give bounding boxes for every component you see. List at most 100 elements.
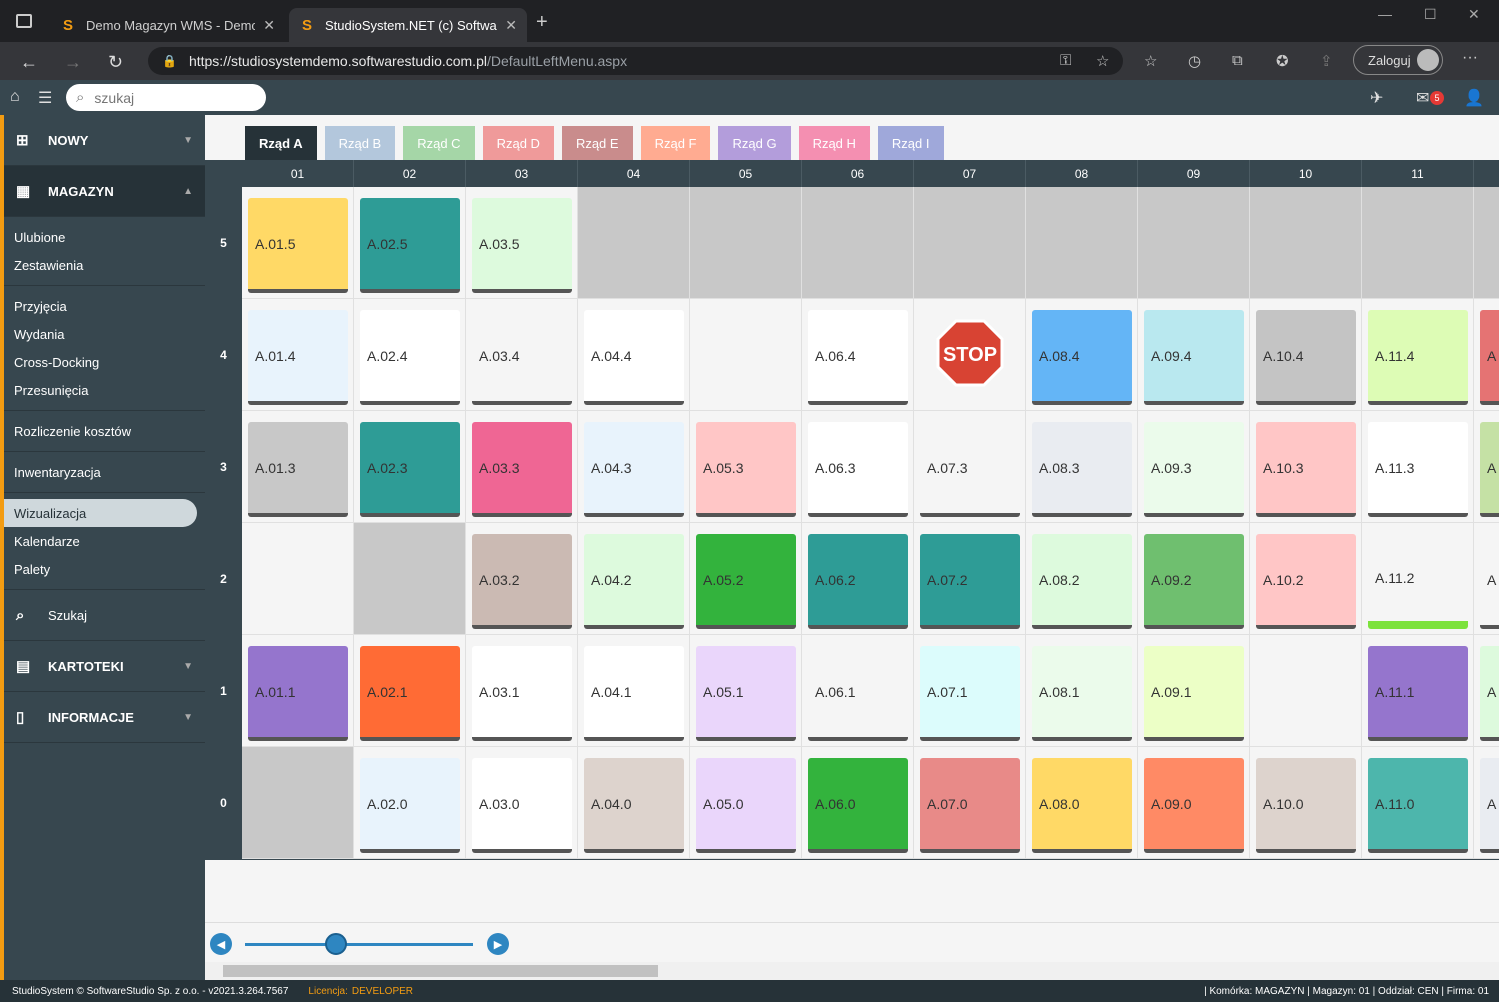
location-box[interactable]: A.03.5 [472, 198, 572, 293]
rack-slot[interactable]: A.04.1 [578, 635, 690, 747]
location-box[interactable]: A.03.0 [472, 758, 572, 853]
menu-section-informacje[interactable]: ▯ INFORMACJE ▼ [4, 692, 205, 743]
location-box[interactable]: A.04.1 [584, 646, 684, 741]
rack-slot[interactable]: A.09.1 [1138, 635, 1250, 747]
slider-track[interactable] [245, 943, 473, 946]
location-box[interactable]: A.09.0 [1144, 758, 1244, 853]
maximize-icon[interactable]: ☐ [1424, 6, 1437, 23]
location-box[interactable]: A.09.2 [1144, 534, 1244, 629]
rack-slot[interactable] [1250, 635, 1362, 747]
rack-slot[interactable]: A.08.1 [1026, 635, 1138, 747]
location-box[interactable]: A.10.3 [1256, 422, 1356, 517]
rack-slot[interactable]: A.04.4 [578, 299, 690, 411]
rack-slot[interactable]: A.06.1 [802, 635, 914, 747]
rack-slot[interactable]: A.02.3 [354, 411, 466, 523]
rack-slot[interactable]: A.10.2 [1250, 523, 1362, 635]
row-tab[interactable]: Rząd B [324, 126, 396, 160]
rack-slot[interactable]: A.10.4 [1250, 299, 1362, 411]
browser-tab-studiosystem[interactable]: S StudioSystem.NET (c) SoftwareSt ✕ [289, 8, 527, 42]
row-tab[interactable]: Rząd G [718, 126, 791, 160]
menu-section-nowy[interactable]: ⊞ NOWY ▼ [4, 115, 205, 166]
location-box[interactable]: A [1480, 534, 1499, 629]
sidebar-item-przyjecia[interactable]: Przyjęcia [4, 292, 205, 320]
location-box[interactable]: A.02.1 [360, 646, 460, 741]
location-box[interactable]: A.06.0 [808, 758, 908, 853]
location-box[interactable]: A.04.3 [584, 422, 684, 517]
menu-section-kartoteki[interactable]: ▤ KARTOTEKI ▼ [4, 641, 205, 692]
rack-slot[interactable] [242, 523, 354, 635]
tab-actions-icon[interactable] [16, 14, 32, 28]
menu-toggle-icon[interactable]: ☰ [38, 88, 52, 108]
location-box[interactable]: A.06.3 [808, 422, 908, 517]
rack-slot[interactable]: A.11.4 [1362, 299, 1474, 411]
rack-slot[interactable]: A.01.5 [242, 187, 354, 299]
slider-next-icon[interactable]: ▶ [487, 933, 509, 955]
rack-slot[interactable]: A.05.0 [690, 747, 802, 859]
row-tab[interactable]: Rząd H [798, 126, 870, 160]
rack-slot[interactable] [242, 747, 354, 859]
sidebar-item-zestawienia[interactable]: Zestawienia [4, 251, 205, 279]
rack-slot[interactable]: A.02.0 [354, 747, 466, 859]
close-window-icon[interactable]: ✕ [1468, 6, 1480, 23]
sidebar-item-wydania[interactable]: Wydania [4, 320, 205, 348]
location-box[interactable]: A.08.0 [1032, 758, 1132, 853]
location-box[interactable]: A.11.1 [1368, 646, 1468, 741]
location-box[interactable]: A.03.1 [472, 646, 572, 741]
location-box[interactable]: A.05.1 [696, 646, 796, 741]
rack-slot[interactable]: A.11.2 [1362, 523, 1474, 635]
rack-slot[interactable]: A.10.0 [1250, 747, 1362, 859]
rack-slot[interactable] [1250, 187, 1362, 299]
rack-slot[interactable]: A.05.3 [690, 411, 802, 523]
location-box[interactable]: A [1480, 646, 1499, 741]
rack-slot[interactable]: A.04.3 [578, 411, 690, 523]
rack-slot[interactable]: A.09.2 [1138, 523, 1250, 635]
rack-slot[interactable]: A.04.2 [578, 523, 690, 635]
rack-slot[interactable]: A.11.1 [1362, 635, 1474, 747]
close-tab-icon[interactable]: ✕ [263, 17, 275, 34]
location-box[interactable]: A.03.2 [472, 534, 572, 629]
location-box[interactable]: A.09.1 [1144, 646, 1244, 741]
rack-slot[interactable]: A.06.0 [802, 747, 914, 859]
location-box[interactable]: A.11.2 [1368, 534, 1468, 629]
location-box[interactable]: A.04.4 [584, 310, 684, 405]
rack-slot[interactable]: A [1474, 523, 1499, 635]
rack-slot[interactable]: A.01.1 [242, 635, 354, 747]
row-tab[interactable]: Rząd C [403, 126, 475, 160]
key-icon[interactable]: ⚿ [1060, 52, 1071, 69]
rack-slot[interactable]: A.03.5 [466, 187, 578, 299]
minimize-icon[interactable]: — [1378, 6, 1392, 22]
rack-slot[interactable]: A.03.2 [466, 523, 578, 635]
rack-slot[interactable]: A [1474, 299, 1499, 411]
scrollbar-thumb[interactable] [223, 965, 658, 977]
sidebar-item-rozliczenie-kosztow[interactable]: Rozliczenie kosztów [4, 417, 205, 445]
row-tab[interactable]: Rząd E [561, 126, 633, 160]
location-box[interactable]: A.08.1 [1032, 646, 1132, 741]
more-options-icon[interactable]: ··· [1462, 49, 1478, 67]
rack-slot[interactable] [1138, 187, 1250, 299]
rack-slot[interactable]: A.05.1 [690, 635, 802, 747]
user-icon[interactable]: 👤 [1464, 88, 1484, 108]
rack-slot[interactable]: A [1474, 411, 1499, 523]
rack-slot[interactable]: A.11.3 [1362, 411, 1474, 523]
location-box[interactable]: A.10.2 [1256, 534, 1356, 629]
favorites-icon[interactable]: ☆ [1144, 52, 1157, 70]
location-box[interactable]: A.07.1 [920, 646, 1020, 741]
rack-slot[interactable]: A.09.0 [1138, 747, 1250, 859]
location-box[interactable]: A [1480, 422, 1499, 517]
menu-section-magazyn[interactable]: ▦ MAGAZYN ▲ [4, 166, 205, 217]
menu-section-szukaj[interactable]: ⌕ Szukaj [4, 590, 205, 641]
location-box[interactable]: A.02.5 [360, 198, 460, 293]
location-box[interactable]: A.08.3 [1032, 422, 1132, 517]
location-box[interactable]: A.08.4 [1032, 310, 1132, 405]
location-box[interactable]: A.01.5 [248, 198, 348, 293]
rack-slot[interactable]: A.03.4 [466, 299, 578, 411]
new-tab-icon[interactable]: + [536, 11, 548, 34]
rack-slot[interactable] [1474, 187, 1499, 299]
rack-slot[interactable]: A.08.3 [1026, 411, 1138, 523]
rack-slot[interactable]: A.02.1 [354, 635, 466, 747]
location-box[interactable]: A.11.0 [1368, 758, 1468, 853]
rack-slot[interactable]: A.09.3 [1138, 411, 1250, 523]
location-box[interactable]: A.06.1 [808, 646, 908, 741]
rack-slot[interactable]: A.03.0 [466, 747, 578, 859]
rack-slot[interactable]: A.08.0 [1026, 747, 1138, 859]
